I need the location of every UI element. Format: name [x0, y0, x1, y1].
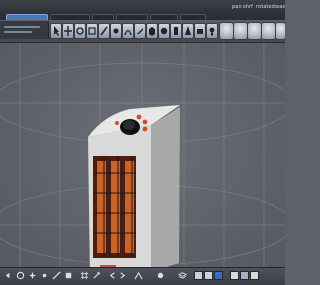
viewport-canvas[interactable] [0, 43, 285, 267]
mode-label-shrf[interactable]: shrf [243, 4, 253, 10]
power-button[interactable] [136, 114, 142, 120]
view-right-button[interactable] [261, 22, 276, 40]
view-left-button[interactable] [247, 22, 262, 40]
swatch-6[interactable] [250, 271, 259, 280]
move-left-icon[interactable] [108, 271, 117, 280]
vertex-icon[interactable] [40, 271, 49, 280]
knife-tool-button[interactable] [134, 23, 146, 39]
view-front-button[interactable] [219, 22, 234, 40]
layers-icon[interactable] [178, 271, 187, 280]
cone-tool-button[interactable] [182, 23, 194, 39]
spark-icon[interactable] [28, 271, 37, 280]
view-back-button[interactable] [233, 22, 248, 40]
cylinder-icon [174, 27, 178, 35]
indicator-light [115, 121, 119, 125]
paint-icon [113, 28, 119, 34]
snap-icon[interactable] [92, 271, 101, 280]
swatch-4[interactable] [230, 271, 239, 280]
face-icon[interactable] [64, 271, 73, 280]
select-tool-button[interactable] [50, 23, 62, 39]
mode-label-was[interactable]: was [275, 4, 285, 10]
move-icon [64, 26, 72, 36]
move-right-icon[interactable] [118, 271, 127, 280]
bottom-status-bar [0, 267, 285, 285]
sphere-icon [160, 27, 168, 35]
swatch-1[interactable] [194, 271, 203, 280]
swatch-3[interactable] [214, 271, 223, 280]
bend-icon [124, 29, 132, 36]
camera-tool-button[interactable] [194, 23, 206, 39]
edge-icon[interactable] [52, 271, 61, 280]
top-menu-bar: pan shrf rotated was [0, 0, 285, 21]
light-icon [209, 27, 215, 36]
lasso-icon[interactable] [16, 271, 25, 280]
cone-icon [185, 26, 191, 35]
timer-button[interactable] [142, 126, 148, 132]
mode-label-pan[interactable]: pan [232, 4, 242, 10]
rotate-icon [76, 27, 84, 35]
view-top-button[interactable] [275, 22, 285, 40]
render-icon[interactable] [156, 271, 165, 280]
3d-viewport[interactable] [0, 43, 285, 267]
mode-label-rotated[interactable]: rotated [256, 4, 275, 10]
bend-tool-button[interactable] [122, 23, 134, 39]
modeling-app-window: pan shrf rotated was [0, 0, 285, 285]
tool-options-panel[interactable] [0, 21, 49, 39]
knife-icon [137, 28, 143, 34]
rotate-tool-button[interactable] [74, 23, 86, 39]
grid-icon[interactable] [80, 271, 89, 280]
scale-tool-button[interactable] [86, 23, 98, 39]
frame-icon[interactable] [134, 271, 143, 280]
paint-tool-button[interactable] [110, 23, 122, 39]
swatch-5[interactable] [240, 271, 249, 280]
option-line-2 [4, 31, 32, 33]
sculpt-icon [100, 26, 108, 36]
option-line-1 [4, 26, 40, 28]
cube-tool-button[interactable] [146, 23, 158, 39]
scale-icon [88, 27, 96, 35]
tool-toolbar [0, 20, 285, 43]
mode-button[interactable] [142, 119, 148, 125]
select-icon [54, 26, 59, 36]
swatch-2[interactable] [204, 271, 213, 280]
space-heater-model[interactable] [88, 105, 180, 267]
move-tool-button[interactable] [62, 23, 74, 39]
camera-icon [197, 29, 203, 34]
sphere-tool-button[interactable] [158, 23, 170, 39]
undo-icon[interactable] [4, 271, 13, 280]
cylinder-tool-button[interactable] [170, 23, 182, 39]
light-tool-button[interactable] [206, 23, 218, 39]
cube-icon [149, 27, 155, 36]
sculpt-tool-button[interactable] [98, 23, 110, 39]
